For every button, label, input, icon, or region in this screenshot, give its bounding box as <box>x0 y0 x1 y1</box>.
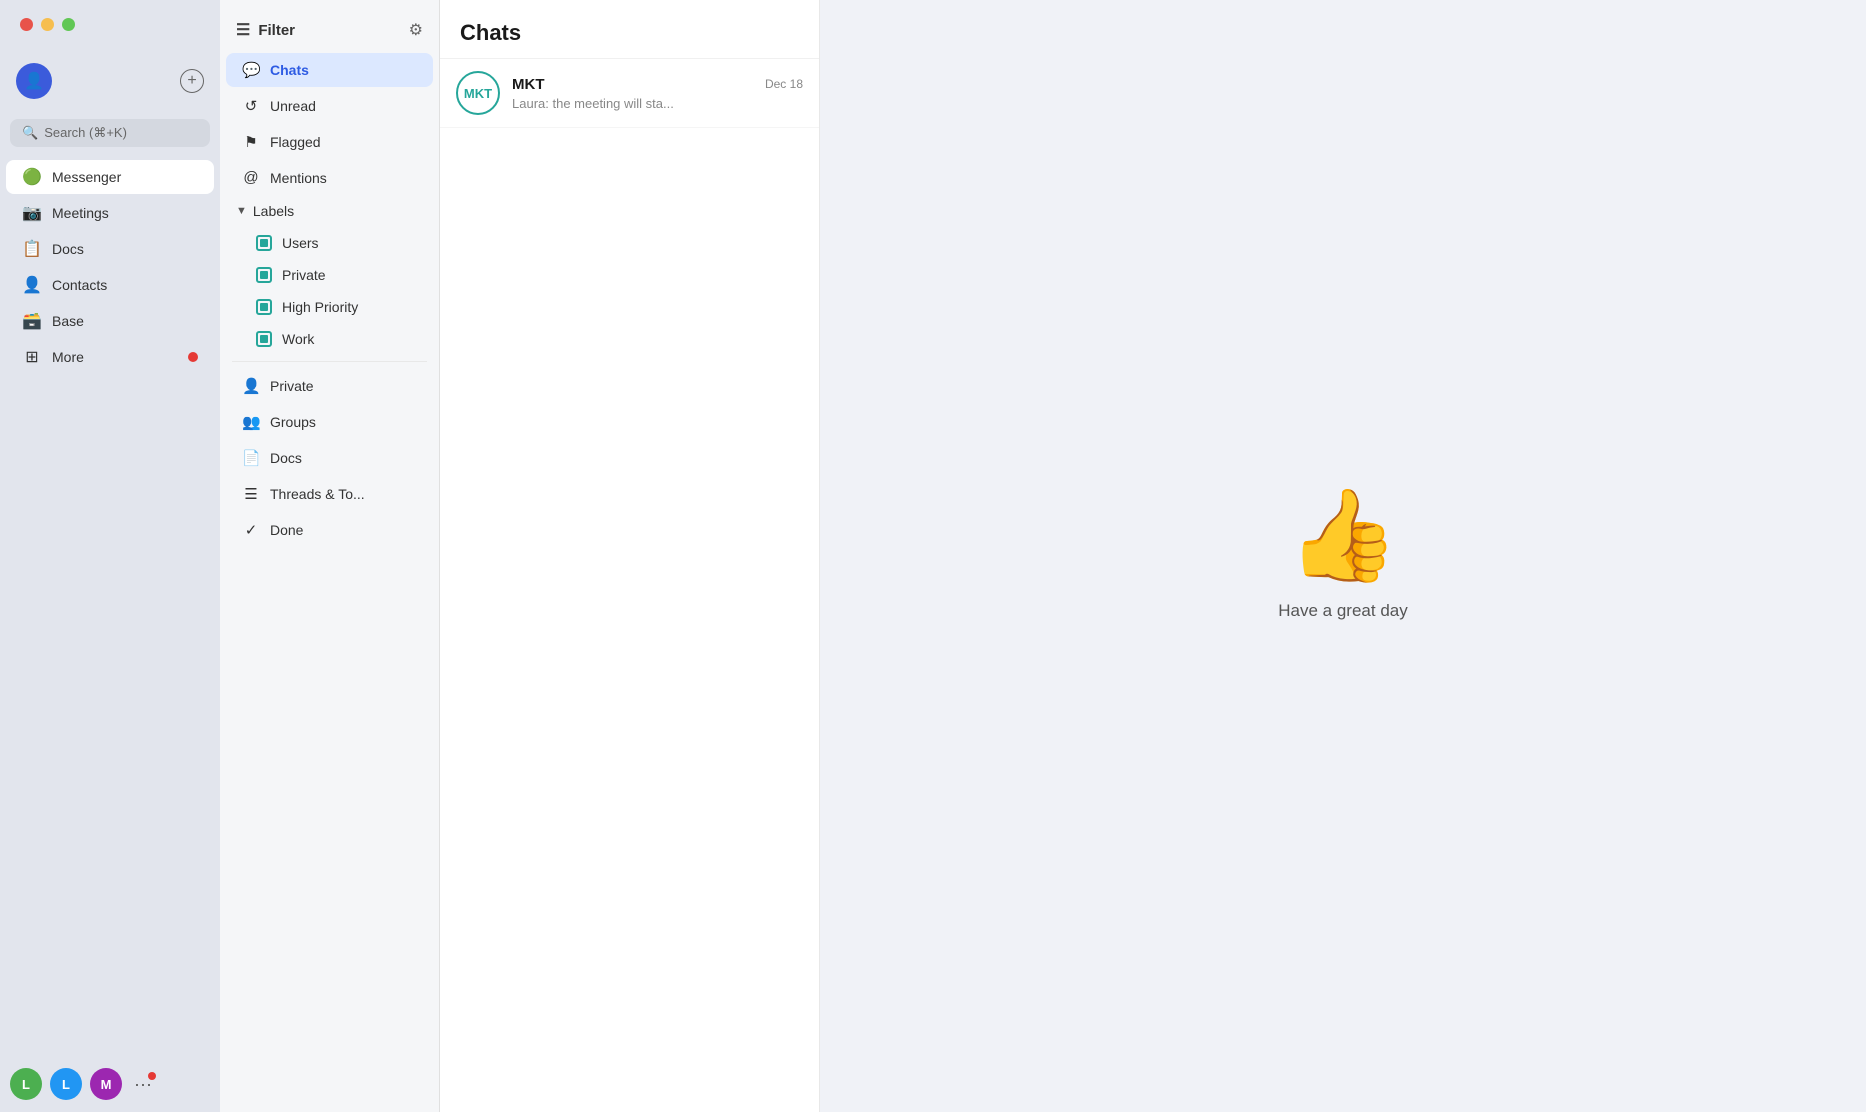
sidebar-item-base-label: Base <box>52 313 84 329</box>
gear-icon[interactable]: ⚙ <box>409 20 423 40</box>
label-item-work-label: Work <box>282 331 314 347</box>
filter-icon: ☰ <box>236 20 250 40</box>
person-icon: 👤 <box>242 377 260 395</box>
chat-date: Dec 18 <box>765 77 803 91</box>
mentions-icon: @ <box>242 169 260 186</box>
flag-icon: ⚑ <box>242 133 260 151</box>
more-avatars-button[interactable]: ··· <box>134 1074 152 1095</box>
filter-header: ☰ Filter ⚙ <box>220 12 439 52</box>
filter-label: Filter <box>258 22 295 39</box>
chat-avatar-mkt: MKT <box>456 71 500 115</box>
thumbs-up-emoji: 👍 <box>1287 491 1399 581</box>
user-area: 👤 + <box>0 55 220 107</box>
sidebar-item-docs[interactable]: 📋 Docs <box>6 232 214 266</box>
people-icon: 👥 <box>242 413 260 431</box>
maximize-button[interactable] <box>62 18 75 31</box>
check-icon: ✓ <box>242 521 260 539</box>
nav-sidebar: ☰ Filter ⚙ 💬 Chats ↺ Unread ⚑ Flagged @ … <box>220 0 440 1112</box>
nav2-item-flagged-label: Flagged <box>270 134 321 150</box>
chat-item-mkt[interactable]: MKT MKT Dec 18 Laura: the meeting will s… <box>440 59 819 128</box>
minimize-button[interactable] <box>41 18 54 31</box>
sidebar-item-meetings-label: Meetings <box>52 205 109 221</box>
nav2-item-docs[interactable]: 📄 Docs <box>226 441 433 475</box>
nav2-item-threads[interactable]: ☰ Threads & To... <box>226 477 433 511</box>
great-day-message: Have a great day <box>1278 601 1407 621</box>
chat-name-row: MKT Dec 18 <box>512 76 803 93</box>
docs-nav-icon: 📄 <box>242 449 260 467</box>
left-sidebar: 👤 + 🔍 Search (⌘+K) 🟢 Messenger 📷 Meeting… <box>0 0 220 1112</box>
traffic-lights <box>20 18 75 31</box>
chat-panel: Chats MKT MKT Dec 18 Laura: the meeting … <box>440 0 820 1112</box>
base-icon: 🗃️ <box>22 311 42 331</box>
close-button[interactable] <box>20 18 33 31</box>
label-item-private-label: Private <box>282 267 326 283</box>
section-divider <box>232 361 427 362</box>
label-item-users[interactable]: Users <box>226 228 433 258</box>
nav2-item-chats[interactable]: 💬 Chats <box>226 53 433 87</box>
sidebar-item-base[interactable]: 🗃️ Base <box>6 304 214 338</box>
avatar[interactable]: 👤 <box>16 63 52 99</box>
nav2-item-mentions-label: Mentions <box>270 170 327 186</box>
bottom-avatars: L L M ··· <box>0 1056 220 1112</box>
nav2-item-unread[interactable]: ↺ Unread <box>226 89 433 123</box>
nav2-item-groups[interactable]: 👥 Groups <box>226 405 433 439</box>
sidebar-item-docs-label: Docs <box>52 241 84 257</box>
label-item-high-priority-label: High Priority <box>282 299 358 315</box>
threads-icon: ☰ <box>242 485 260 503</box>
nav2-item-unread-label: Unread <box>270 98 316 114</box>
nav2-item-mentions[interactable]: @ Mentions <box>226 161 433 194</box>
nav2-item-flagged[interactable]: ⚑ Flagged <box>226 125 433 159</box>
sidebar-item-messenger-label: Messenger <box>52 169 121 185</box>
nav2-item-done-label: Done <box>270 522 303 538</box>
meetings-icon: 📷 <box>22 203 42 223</box>
bottom-avatar-m-purple[interactable]: M <box>90 1068 122 1100</box>
label-users-icon <box>256 235 272 251</box>
chat-avatar-text: MKT <box>464 86 492 101</box>
nav2-item-chats-label: Chats <box>270 62 309 78</box>
label-item-work[interactable]: Work <box>226 324 433 354</box>
sidebar-item-meetings[interactable]: 📷 Meetings <box>6 196 214 230</box>
label-private-icon <box>256 267 272 283</box>
nav2-item-docs-label: Docs <box>270 450 302 466</box>
bottom-avatar-l-green[interactable]: L <box>10 1068 42 1100</box>
label-item-private[interactable]: Private <box>226 260 433 290</box>
search-icon: 🔍 <box>22 125 38 141</box>
nav2-item-private[interactable]: 👤 Private <box>226 369 433 403</box>
labels-header[interactable]: ▼ Labels <box>220 195 439 227</box>
main-content: 👍 Have a great day <box>820 0 1866 1112</box>
labels-label: Labels <box>253 203 294 219</box>
filter-left: ☰ Filter <box>236 20 295 40</box>
messenger-icon: 🟢 <box>22 167 42 187</box>
nav2-item-private-label: Private <box>270 378 314 394</box>
nav2-item-groups-label: Groups <box>270 414 316 430</box>
search-text: Search (⌘+K) <box>44 125 127 141</box>
chat-panel-header: Chats <box>440 0 819 59</box>
chat-info-mkt: MKT Dec 18 Laura: the meeting will sta..… <box>512 76 803 111</box>
sidebar-item-messenger[interactable]: 🟢 Messenger <box>6 160 214 194</box>
sidebar-item-contacts-label: Contacts <box>52 277 107 293</box>
more-badge <box>188 352 198 362</box>
label-work-icon <box>256 331 272 347</box>
docs-icon: 📋 <box>22 239 42 259</box>
avatars-badge <box>148 1072 156 1080</box>
nav2-item-done[interactable]: ✓ Done <box>226 513 433 547</box>
unread-icon: ↺ <box>242 97 260 115</box>
sidebar-item-more-label: More <box>52 349 84 365</box>
search-bar[interactable]: 🔍 Search (⌘+K) <box>10 119 210 147</box>
app-window: 👤 + 🔍 Search (⌘+K) 🟢 Messenger 📷 Meeting… <box>0 0 1866 1112</box>
contacts-icon: 👤 <box>22 275 42 295</box>
label-item-users-label: Users <box>282 235 319 251</box>
label-high-priority-icon <box>256 299 272 315</box>
add-button[interactable]: + <box>180 69 204 93</box>
nav2-item-threads-label: Threads & To... <box>270 486 365 502</box>
sidebar-item-contacts[interactable]: 👤 Contacts <box>6 268 214 302</box>
more-icon: ⊞ <box>22 347 42 367</box>
chevron-down-icon: ▼ <box>236 205 247 217</box>
chats-icon: 💬 <box>242 61 260 79</box>
bottom-avatar-l-blue[interactable]: L <box>50 1068 82 1100</box>
sidebar-item-more[interactable]: ⊞ More <box>6 340 214 374</box>
chat-name: MKT <box>512 76 545 93</box>
chat-preview: Laura: the meeting will sta... <box>512 96 803 111</box>
label-item-high-priority[interactable]: High Priority <box>226 292 433 322</box>
